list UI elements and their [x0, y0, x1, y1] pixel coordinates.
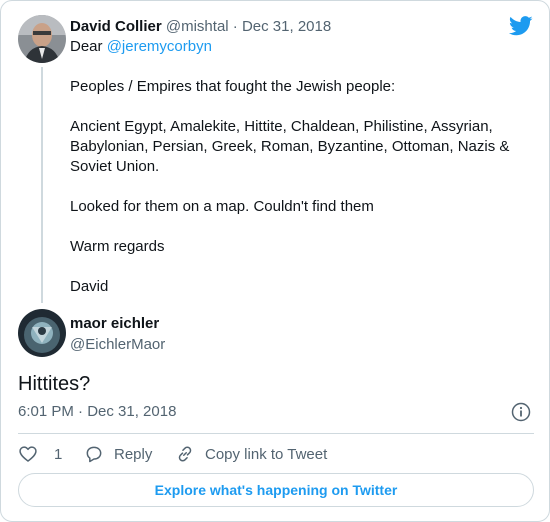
tweet-timestamp[interactable]: 6:01 PM · Dec 31, 2018	[18, 402, 176, 422]
reply-label: Reply	[114, 445, 153, 463]
reply-button[interactable]: Reply	[84, 443, 152, 465]
copy-link-label: Copy link to Tweet	[205, 445, 328, 463]
avatar-image	[18, 309, 66, 357]
author-name[interactable]: David Collier	[70, 18, 162, 35]
author-handle[interactable]: @mishtal	[166, 18, 229, 35]
info-icon[interactable]	[511, 402, 531, 422]
heart-icon	[19, 446, 37, 462]
divider	[18, 433, 534, 434]
separator: ·	[232, 18, 238, 35]
tweet-paragraph: Ancient Egypt, Amalekite, Hittite, Chald…	[70, 118, 510, 175]
avatar[interactable]	[18, 15, 66, 63]
tweet-paragraph: Looked for them on a map. Couldn't find …	[70, 198, 374, 215]
avatar[interactable]	[18, 309, 66, 357]
link-icon	[178, 446, 192, 462]
tweet-text: Hittites?	[18, 373, 91, 395]
author-handle[interactable]: @EichlerMaor	[70, 335, 165, 355]
avatar-image	[18, 15, 66, 63]
tweet-date[interactable]: Dec 31, 2018	[242, 18, 331, 35]
mention-link[interactable]: @jeremycorbyn	[107, 38, 212, 55]
like-button[interactable]: 1	[18, 443, 62, 465]
parent-tweet-body: Dear @jeremycorbyn Peoples / Empires tha…	[70, 37, 530, 317]
like-count: 1	[54, 445, 63, 463]
greeting-line: Dear @jeremycorbyn	[70, 37, 530, 57]
copy-link-button[interactable]: Copy link to Tweet	[175, 443, 327, 465]
tweet-paragraph: Warm regards	[70, 238, 165, 255]
twitter-bird-icon[interactable]	[509, 15, 533, 37]
explore-twitter-button[interactable]: Explore what's happening on Twitter	[18, 473, 534, 507]
greeting-prefix: Dear	[70, 38, 107, 55]
thread-connector	[41, 67, 43, 303]
reply-bubble-icon	[86, 446, 102, 463]
tweet-embed-card: David Collier @mishtal · Dec 31, 2018 De…	[0, 0, 550, 522]
author-name[interactable]: maor eichler	[70, 314, 159, 334]
tweet-paragraph: David	[70, 278, 109, 295]
tweet-paragraph: Peoples / Empires that fought the Jewish…	[70, 78, 396, 95]
parent-tweet-header: David Collier @mishtal · Dec 31, 2018	[70, 17, 331, 37]
